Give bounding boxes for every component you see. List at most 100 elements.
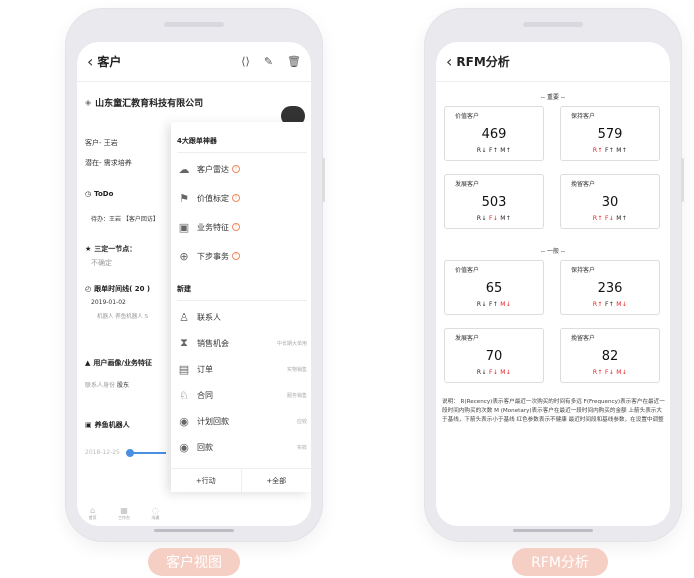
- popup-item-payment[interactable]: ◉ 回款 实收: [177, 438, 307, 456]
- product-date: 2018-12-25: [85, 449, 120, 456]
- profile-row[interactable]: 联系人身份 股东: [85, 380, 129, 389]
- timeline-dot[interactable]: [125, 448, 134, 457]
- header: ‹ 客户 ⟨⟩ ✎ 🗑: [77, 42, 311, 82]
- tab-chat-label: 沟通: [151, 514, 160, 520]
- rfm-card[interactable]: 价值客户 469 R↓ F↑ M↑: [444, 106, 544, 161]
- f-indicator: F↓: [488, 369, 499, 376]
- m-indicator: M↓: [500, 301, 512, 308]
- alarm-icon: !: [232, 194, 240, 202]
- card-value: 236: [597, 281, 623, 296]
- tracking-title-row: ◴ 跟单时间线( 20 ): [85, 284, 150, 294]
- popup-item-note: 实收: [296, 444, 307, 451]
- cloud-icon: ☁: [178, 162, 190, 176]
- m-indicator: M↓: [616, 301, 628, 308]
- r-indicator: R↓: [476, 301, 487, 308]
- tracking-title: 跟单时间线( 20 ): [94, 285, 151, 293]
- popup-item-label: 计划回款: [197, 416, 229, 426]
- f-indicator: F↓: [604, 369, 615, 376]
- popup-item-label: 下步事务: [197, 251, 229, 261]
- back-icon[interactable]: ‹: [87, 52, 93, 71]
- rfm-card[interactable]: 价值客户 65 R↓ F↑ M↓: [444, 260, 544, 315]
- rfm-card[interactable]: 挽留客户 30 R↑ F↓ M↑: [560, 174, 660, 229]
- add-all-button[interactable]: +全部: [240, 469, 312, 492]
- card-label: 挽留客户: [571, 335, 596, 342]
- tab-home[interactable]: ⌂ 首页: [77, 500, 108, 526]
- payment-icon: ◉: [179, 440, 189, 454]
- card-rfm: R↓ F↓ M↑: [445, 215, 543, 222]
- popup-item-next-tasks[interactable]: ⊕ 下步事务 !: [177, 247, 307, 265]
- profile-icon: ▲: [85, 359, 91, 367]
- card-rfm: R↓ F↑ M↓: [445, 301, 543, 308]
- company-label: 山东童汇教育科技有限公司: [95, 99, 204, 109]
- popup-item-radar[interactable]: ☁ 客户雷达 !: [177, 160, 307, 178]
- flag-icon: ⚑: [179, 191, 189, 205]
- speaker-bar: [523, 22, 583, 27]
- next-node-value: 不确定: [91, 259, 112, 267]
- star-icon: ★: [85, 245, 92, 253]
- edit-icon[interactable]: ✎: [264, 55, 273, 68]
- bottom-tabbar: ⌂ 首页 ▦ 工作台 ◌ 沟通: [77, 500, 171, 526]
- card-label: 保持客户: [571, 113, 596, 120]
- alarm-icon: !: [232, 223, 240, 231]
- popup-item-note: 应收: [296, 418, 307, 425]
- customer-row[interactable]: 客户- 王岩: [85, 138, 118, 148]
- clock-icon: ◷: [85, 190, 92, 198]
- card-label: 挽留客户: [571, 181, 596, 188]
- card-label: 发展客户: [455, 181, 480, 188]
- trash-icon[interactable]: 🗑: [287, 55, 301, 68]
- tab-workbench[interactable]: ▦ 工作台: [108, 500, 139, 526]
- page-title: RFM分析: [456, 55, 510, 69]
- back-icon[interactable]: ‹: [446, 52, 452, 71]
- home-indicator: [513, 529, 593, 532]
- f-indicator: F↑: [604, 301, 615, 308]
- popup-item-contract[interactable]: ♘ 合同 服务销售: [177, 386, 307, 404]
- rfm-card[interactable]: 挽留客户 82 R↑ F↓ M↓: [560, 328, 660, 383]
- card-label: 发展客户: [455, 335, 480, 342]
- popup-section-new: 新建: [177, 285, 191, 293]
- todo-item[interactable]: 待办：王岩 【客户回访】: [91, 214, 159, 223]
- robot-icon: ▣: [85, 421, 92, 429]
- share-icon[interactable]: ⟨⟩: [241, 55, 250, 68]
- product-timeline[interactable]: 2018-12-25: [85, 448, 166, 457]
- card-rfm: R↓ F↓ M↓: [445, 369, 543, 376]
- header-actions: ⟨⟩ ✎ 🗑: [241, 55, 301, 68]
- popup-item-order[interactable]: ▤ 订单 实物销售: [177, 360, 307, 378]
- card-value: 469: [481, 127, 507, 142]
- potential-row[interactable]: 潜在- 需求培养: [85, 158, 132, 168]
- rfm-card[interactable]: 保持客户 236 R↑ F↑ M↓: [560, 260, 660, 315]
- timeline-icon: ◴: [85, 285, 92, 293]
- target-icon: ⊕: [179, 249, 189, 263]
- contract-icon: ♘: [179, 388, 189, 402]
- card-rfm: R↓ F↑ M↑: [445, 147, 543, 154]
- header: ‹ RFM分析: [436, 42, 670, 82]
- rfm-card[interactable]: 发展客户 70 R↓ F↓ M↓: [444, 328, 544, 383]
- profile-key: 联系人身份: [85, 382, 116, 389]
- popup-item-note: 实物销售: [286, 366, 307, 373]
- todo-title: ToDo: [94, 190, 114, 198]
- phone-frame-customer-view: ‹ 客户 ⟨⟩ ✎ 🗑 ◈ 山东童汇教育科技有限公司 客户- 王岩 潜在- 需求…: [65, 8, 325, 542]
- group-important-label: -- 重要 --: [540, 94, 566, 101]
- rfm-card[interactable]: 发展客户 503 R↓ F↓ M↑: [444, 174, 544, 229]
- popup-item-value-calibration[interactable]: ⚑ 价值标定 !: [177, 189, 307, 207]
- card-label: 保持客户: [571, 267, 596, 274]
- phone-side-button: [322, 158, 325, 202]
- next-node-title-row: ★ 三定一节点：: [85, 244, 136, 254]
- popup-item-business-features[interactable]: ▣ 业务特征 !: [177, 218, 307, 236]
- rfm-card[interactable]: 保持客户 579 R↑ F↑ M↑: [560, 106, 660, 161]
- popup-item-contact[interactable]: ♙ 联系人: [177, 308, 307, 326]
- m-indicator: M↓: [616, 369, 628, 376]
- card-rfm: R↑ F↑ M↓: [561, 301, 659, 308]
- popup-item-planned-payment[interactable]: ◉ 计划回款 应收: [177, 412, 307, 430]
- card-rfm: R↑ F↑ M↑: [561, 147, 659, 154]
- f-indicator: F↑: [488, 301, 499, 308]
- popup-item-label: 价值标定: [197, 193, 229, 203]
- add-action-button[interactable]: +行动: [171, 469, 241, 492]
- r-indicator: R↓: [476, 147, 487, 154]
- popup-item-note: 服务销售: [286, 392, 307, 399]
- tracking-detail[interactable]: 机器人 养鱼机器人 S: [97, 312, 148, 320]
- tab-chat[interactable]: ◌ 沟通: [140, 500, 171, 526]
- alarm-icon: !: [232, 165, 240, 173]
- popup-item-opportunity[interactable]: ⧗ 销售机会 中长期大单用: [177, 334, 307, 352]
- m-indicator: M↑: [500, 147, 512, 154]
- f-indicator: F↑: [488, 147, 499, 154]
